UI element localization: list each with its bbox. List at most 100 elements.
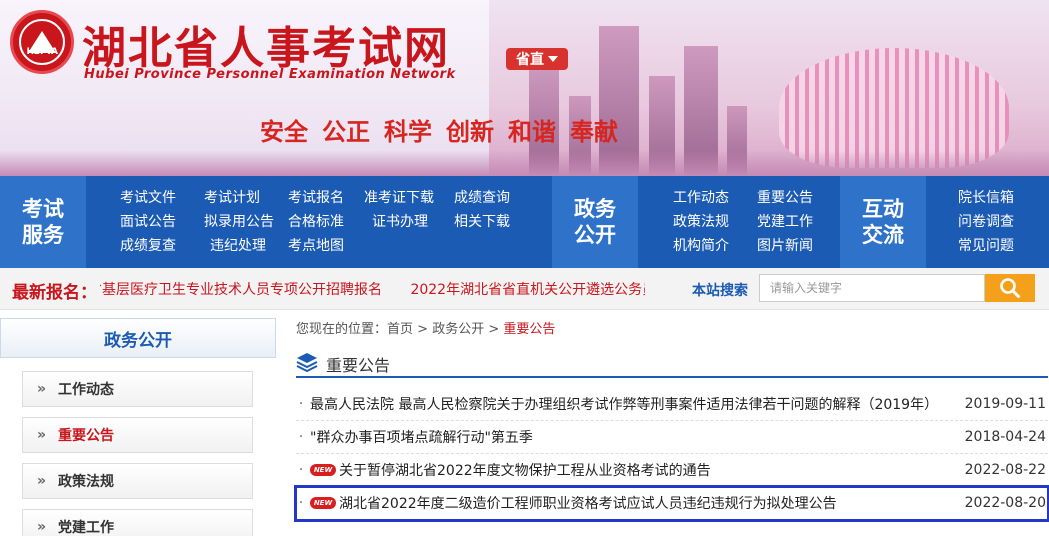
ticker-label: 最新报名： [12,283,97,303]
slogan-word: 公正 [322,118,370,146]
nav-link[interactable]: 证书办理 [364,210,454,234]
breadcrumb-prefix: 您现在的位置： [296,322,388,337]
nav-link[interactable]: 问卷调查 [958,210,1038,234]
nav-link[interactable]: 相关下载 [454,210,524,234]
double-chevron-right-icon: » [37,473,47,489]
bullet-icon: · [298,396,304,412]
nav-link[interactable]: 成绩查询 [454,186,524,210]
nav-group-title-line: 政务 [574,197,616,221]
news-row[interactable]: · 最高人民法院 最高人民检察院关于办理组织考试作弊等刑事案件适用法律若干问题的… [296,388,1048,421]
ticker-link[interactable]: 2022年湖北省省直机关公开遴选公务员 [410,282,645,298]
site-subtitle: Hubei Province Personnel Examination Net… [84,67,456,82]
news-title[interactable]: "群众办事百项堵点疏解行动"第五季 [310,427,964,447]
nav-group-title-line: 交流 [862,223,904,247]
section-header: 重要公告 [296,348,1048,378]
sidebar-item-label: 工作动态 [58,382,115,398]
news-row-highlighted[interactable]: · NEW 湖北省2022年度二级造价工程师职业资格考试应试人员违纪违规行为拟处… [294,485,1049,522]
news-title[interactable]: 关于暂停湖北省2022年度文物保护工程从业资格考试的通告 [339,460,964,480]
ticker-items: 省基层医疗卫生专业技术人员专项公开招聘报名 2022年湖北省省直机关公开遴选公务… [100,279,645,299]
caret-down-icon [548,56,558,62]
search-button[interactable] [985,274,1035,302]
search-label: 本站搜索 [692,283,748,299]
nav-links-exam-service: 考试文件 考试计划 考试报名 准考证下载 成绩查询 面试公告 拟录用公告 合格标… [120,186,524,258]
nav-link[interactable]: 合格标准 [288,210,364,234]
new-badge-icon: NEW [310,464,336,476]
nav-link[interactable]: 考试报名 [288,186,364,210]
region-selector-label: 省直 [516,52,544,68]
nav-link[interactable]: 违纪处理 [204,234,288,258]
slogan: 安全 公正 科学 创新 和谐 奉献 [260,112,618,147]
sidebar-item-party-building[interactable]: » 党建工作 [22,509,253,536]
slogan-word: 奉献 [570,118,618,146]
nav-group-title-line: 服务 [22,223,64,247]
breadcrumb-home[interactable]: 首页 [387,322,413,337]
nav-link[interactable]: 准考证下载 [364,186,454,210]
breadcrumb: 您现在的位置：首页 > 政务公开 > 重要公告 [296,318,555,337]
breadcrumb-sep: > [417,322,429,337]
bullet-icon: · [298,495,304,511]
page: HBPTA 湖北省人事考试网 Hubei Province Personnel … [0,0,1049,536]
breadcrumb-parent[interactable]: 政务公开 [432,322,484,337]
nav-link[interactable]: 工作动态 [673,186,757,210]
layers-icon [296,353,318,372]
nav-link[interactable]: 拟录用公告 [204,210,288,234]
news-date: 2022-08-22 [964,462,1046,478]
sidebar-item-label: 党建工作 [58,520,115,536]
news-row[interactable]: · "群众办事百项堵点疏解行动"第五季 2018-04-24 [296,421,1048,454]
slogan-word: 科学 [384,118,432,146]
nav-link[interactable]: 考试文件 [120,186,204,210]
nav-links-interaction: 院长信箱 问卷调查 常见问题 [958,186,1038,258]
nav-link[interactable]: 考试计划 [204,186,288,210]
nav-group-title-line: 互动 [862,197,904,221]
section-title: 重要公告 [326,356,391,375]
main-nav: 考试 服务 考试文件 考试计划 考试报名 准考证下载 成绩查询 面试公告 拟录用… [0,176,1049,268]
nav-link[interactable]: 机构简介 [673,234,757,258]
nav-group-title-line: 公开 [574,223,616,247]
sidebar-item-label: 重要公告 [58,428,115,444]
bullet-icon: · [298,462,304,478]
news-title[interactable]: 湖北省2022年度二级造价工程师职业资格考试应试人员违纪违规行为拟处理公告 [339,493,964,513]
nav-group-title-line: 考试 [22,197,64,221]
sidebar: 政务公开 » 工作动态 » 重要公告 » 政策法规 » 党建工作 [0,318,276,536]
nav-group-gov-affairs: 政务 公开 [552,176,638,268]
news-date: 2022-08-20 [964,495,1046,511]
nav-link[interactable]: 政策法规 [673,210,757,234]
nav-link[interactable]: 考点地图 [288,234,364,258]
news-date: 2018-04-24 [964,429,1046,445]
logo-seal-icon[interactable]: HBPTA [10,10,74,74]
region-selector[interactable]: 省直 [506,48,568,70]
new-badge-icon: NEW [310,497,336,509]
nav-link[interactable]: 院长信箱 [958,186,1038,210]
nav-link[interactable]: 面试公告 [120,210,204,234]
news-date: 2019-09-11 [964,396,1046,412]
nav-links-gov-affairs: 工作动态 重要公告 政策法规 党建工作 机构简介 图片新闻 [673,186,837,258]
nav-link[interactable]: 党建工作 [757,210,837,234]
breadcrumb-current: 重要公告 [503,322,556,337]
sidebar-item-important-notices[interactable]: » 重要公告 [22,417,253,453]
ticker-link[interactable]: 省基层医疗卫生专业技术人员专项公开招聘报名 [100,282,382,298]
bullet-icon: · [298,429,304,445]
nav-link[interactable]: 重要公告 [757,186,837,210]
sidebar-item-policies[interactable]: » 政策法规 [22,463,253,499]
breadcrumb-sep: > [488,322,500,337]
news-list: · 最高人民法院 最高人民检察院关于办理组织考试作弊等刑事案件适用法律若干问题的… [294,388,1049,522]
double-chevron-right-icon: » [37,381,47,397]
double-chevron-right-icon: » [37,427,47,443]
logo-abbr: HBPTA [26,47,58,57]
header-banner: HBPTA 湖北省人事考试网 Hubei Province Personnel … [0,0,1049,176]
nav-link[interactable]: 图片新闻 [757,234,837,258]
slogan-word: 安全 [260,118,308,146]
nav-group-interaction: 互动 交流 [840,176,926,268]
news-title[interactable]: 最高人民法院 最高人民检察院关于办理组织考试作弊等刑事案件适用法律若干问题的解释… [310,394,964,414]
nav-group-exam-service: 考试 服务 [0,176,86,268]
slogan-word: 创新 [446,118,494,146]
sidebar-item-work-news[interactable]: » 工作动态 [22,371,253,407]
nav-link[interactable]: 成绩复查 [120,234,204,258]
slogan-word: 和谐 [508,118,556,146]
search-icon [1000,278,1020,298]
sidebar-item-label: 政策法规 [58,474,115,490]
sidebar-title: 政务公开 [0,318,276,358]
search-input[interactable] [759,274,985,302]
nav-link[interactable]: 常见问题 [958,234,1038,258]
news-row[interactable]: · NEW 关于暂停湖北省2022年度文物保护工程从业资格考试的通告 2022-… [296,454,1048,487]
